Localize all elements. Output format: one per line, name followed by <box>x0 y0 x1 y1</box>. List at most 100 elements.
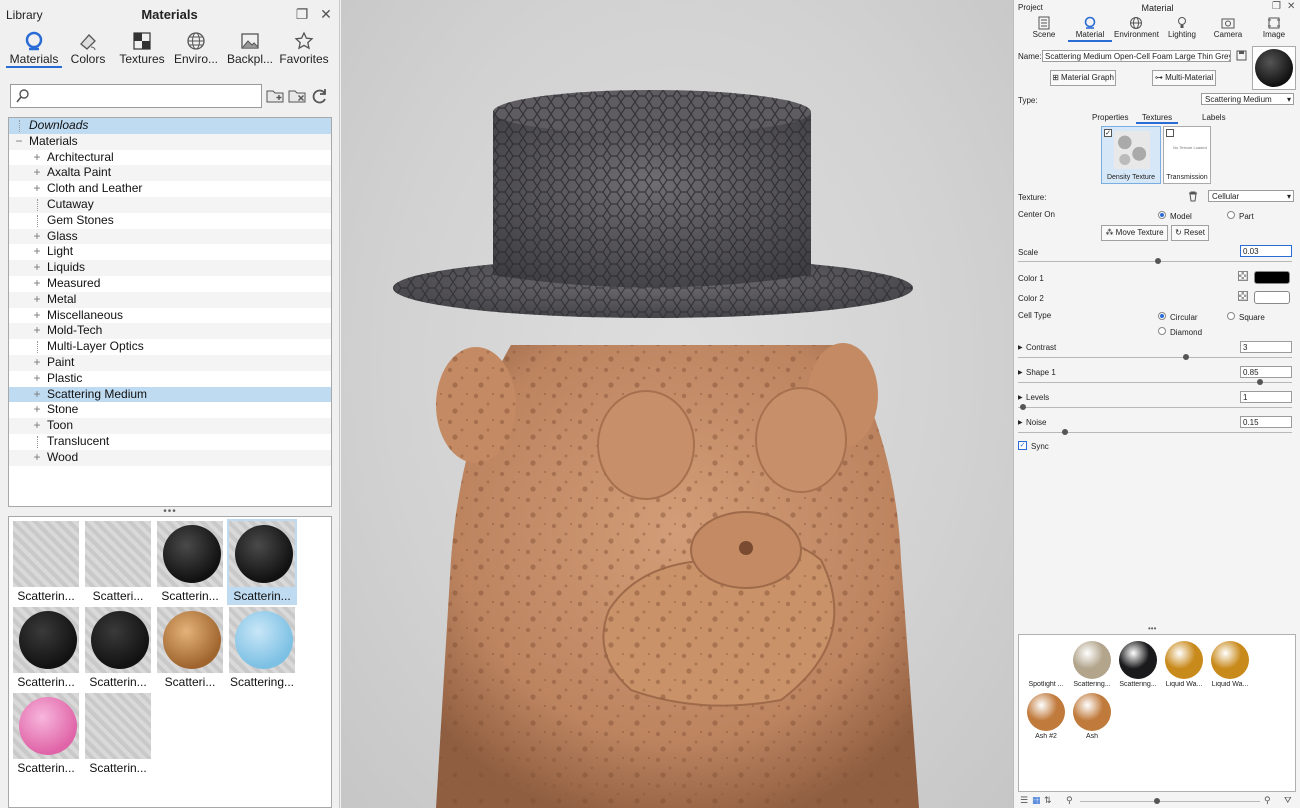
material-graph-button[interactable]: ⊞ Material Graph <box>1050 70 1116 86</box>
expand-icon[interactable]: + <box>32 402 42 419</box>
expand-icon[interactable]: + <box>32 260 42 276</box>
expand-icon[interactable]: + <box>32 165 42 182</box>
tab-backplates[interactable]: Backpl... <box>222 28 278 68</box>
close-icon[interactable]: ✕ <box>318 6 334 22</box>
tree-item[interactable]: + Mold-Tech <box>9 323 331 340</box>
scene-material-item[interactable]: Ash <box>1069 691 1115 747</box>
transmission-slot[interactable]: No Texture Loaded Transmission <box>1163 126 1211 184</box>
tab-environment[interactable]: Environment <box>1114 14 1159 42</box>
subtab-properties[interactable]: Properties <box>1092 113 1128 122</box>
tree-item[interactable]: + Paint <box>9 354 331 371</box>
type-dropdown[interactable]: Scattering Medium <box>1201 93 1294 105</box>
list-view-icon[interactable]: ☰ <box>1020 795 1028 806</box>
transmission-checkbox[interactable] <box>1166 129 1174 137</box>
subtab-labels[interactable]: Labels <box>1202 113 1226 122</box>
cell-type-square-radio[interactable] <box>1227 312 1235 320</box>
material-thumbnail[interactable]: Scatterin... <box>11 691 81 777</box>
noise-slider[interactable] <box>1018 429 1292 435</box>
tree-item[interactable]: + Architectural <box>9 149 331 166</box>
zoom-in-icon[interactable]: ⚲ <box>1264 795 1271 806</box>
tab-camera[interactable]: Camera <box>1206 14 1250 42</box>
expand-icon[interactable]: + <box>32 418 42 434</box>
expand-icon[interactable]: + <box>32 275 42 292</box>
expand-icon[interactable]: + <box>32 291 42 308</box>
texture-dropdown[interactable]: Cellular <box>1208 190 1294 202</box>
move-texture-button[interactable]: ⁂ Move Texture <box>1101 225 1168 241</box>
scale-slider-knob[interactable] <box>1155 258 1161 264</box>
splitter-handle[interactable]: ••• <box>1148 624 1156 633</box>
tree-item[interactable]: + Miscellaneous <box>9 307 331 324</box>
material-preview[interactable] <box>1252 46 1296 90</box>
thumbnail-size-knob[interactable] <box>1154 798 1160 804</box>
tree-item[interactable]: Multi-Layer Optics <box>9 339 331 355</box>
tree-item[interactable]: + Plastic <box>9 370 331 387</box>
material-thumbnail[interactable]: Scatterin... <box>83 605 153 691</box>
tab-environments[interactable]: Enviro... <box>168 28 224 68</box>
expand-icon[interactable]: + <box>32 354 42 371</box>
tab-material[interactable]: Material <box>1068 14 1112 42</box>
scene-material-item[interactable]: Scattering... <box>1115 639 1161 695</box>
expand-icon[interactable]: + <box>32 370 42 387</box>
expand-icon[interactable]: + <box>32 181 42 197</box>
noise-field[interactable]: 0.15 <box>1240 416 1292 428</box>
noise-expand-icon[interactable]: ▶ <box>1018 419 1023 426</box>
tree-item[interactable]: Downloads <box>9 118 331 134</box>
contrast-expand-icon[interactable]: ▶ <box>1018 344 1023 351</box>
expand-icon[interactable]: + <box>32 149 42 166</box>
tree-item[interactable]: + Glass <box>9 228 331 245</box>
grid-view-icon[interactable]: ▦ <box>1032 795 1041 806</box>
close-icon[interactable]: ✕ <box>1287 1 1295 12</box>
tree-item[interactable]: Gem Stones <box>9 213 331 229</box>
expand-icon[interactable]: + <box>32 244 42 261</box>
tab-favorites[interactable]: Favorites <box>276 28 332 68</box>
shape1-slider[interactable] <box>1018 379 1292 385</box>
expand-icon[interactable]: + <box>32 307 42 324</box>
multi-material-button[interactable]: ⊶ Multi-Material <box>1152 70 1216 86</box>
contrast-field[interactable]: 3 <box>1240 341 1292 353</box>
material-thumbnail[interactable]: Scatterin... <box>227 519 297 605</box>
tree-item[interactable]: + Cloth and Leather <box>9 181 331 197</box>
filter-icon[interactable]: ⛛ <box>1284 795 1292 806</box>
save-icon[interactable] <box>1236 50 1247 61</box>
contrast-slider-knob[interactable] <box>1183 354 1189 360</box>
levels-slider[interactable] <box>1018 404 1292 410</box>
material-thumbnail[interactable]: Scatterin... <box>83 691 153 777</box>
material-name-field[interactable]: Scattering Medium Open-Cell Foam Large T… <box>1042 50 1231 62</box>
tree-item[interactable]: + Axalta Paint <box>9 165 331 182</box>
color1-texture-icon[interactable] <box>1238 271 1248 281</box>
tab-lighting[interactable]: Lighting <box>1160 14 1204 42</box>
shape1-field[interactable]: 0.85 <box>1240 366 1292 378</box>
tree-item[interactable]: − Materials <box>9 133 331 150</box>
sort-icon[interactable]: ⇅ <box>1044 795 1052 806</box>
refresh-icon[interactable] <box>310 86 330 106</box>
tab-image[interactable]: Image <box>1252 14 1296 42</box>
tree-item[interactable]: + Wood <box>9 449 331 466</box>
tree-item[interactable]: + Liquids <box>9 260 331 276</box>
color2-swatch[interactable] <box>1254 291 1290 304</box>
scene-material-item[interactable]: Liquid Wa... <box>1161 639 1207 695</box>
material-thumbnail[interactable]: Scatteri... <box>155 605 225 691</box>
tree-item[interactable]: Cutaway <box>9 196 331 213</box>
sync-checkbox[interactable]: ✓ <box>1018 441 1027 450</box>
render-viewport[interactable] <box>341 0 1013 808</box>
scene-material-item[interactable]: Ash #2 <box>1023 691 1069 747</box>
color1-swatch[interactable] <box>1254 271 1290 284</box>
collapse-icon[interactable]: − <box>14 133 24 150</box>
remove-folder-icon[interactable] <box>288 86 308 106</box>
levels-expand-icon[interactable]: ▶ <box>1018 394 1023 401</box>
tree-item[interactable]: Translucent <box>9 434 331 450</box>
material-thumbnail[interactable]: Scattering... <box>227 605 297 691</box>
contrast-slider[interactable] <box>1018 354 1292 360</box>
reset-button[interactable]: ↻ Reset <box>1171 225 1209 241</box>
cell-type-diamond-radio[interactable] <box>1158 327 1166 335</box>
tree-item[interactable]: + Toon <box>9 418 331 434</box>
tree-item[interactable]: + Stone <box>9 402 331 419</box>
thumbnail-size-slider[interactable] <box>1080 798 1260 804</box>
levels-field[interactable]: 1 <box>1240 391 1292 403</box>
subtab-textures[interactable]: Textures <box>1136 110 1178 124</box>
density-texture-checkbox[interactable]: ✓ <box>1104 129 1112 137</box>
noise-slider-knob[interactable] <box>1062 429 1068 435</box>
material-thumbnail[interactable]: Scatterin... <box>155 519 225 605</box>
color2-texture-icon[interactable] <box>1238 291 1248 301</box>
trash-icon[interactable] <box>1188 191 1198 202</box>
